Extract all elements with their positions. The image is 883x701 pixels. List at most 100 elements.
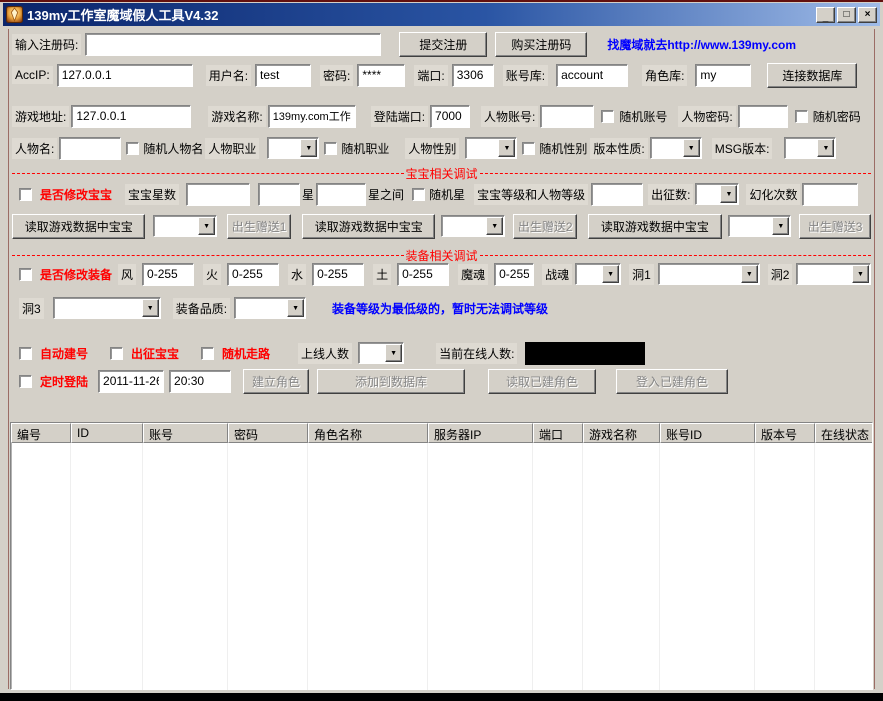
chevron-down-icon[interactable]: ▼ <box>142 299 159 317</box>
warsoul-select[interactable]: ▼ <box>575 263 621 285</box>
random-star-checkbox[interactable] <box>412 188 425 201</box>
read-pet-data-button-2[interactable]: 读取游戏数据中宝宝 <box>302 214 435 239</box>
chevron-down-icon[interactable]: ▼ <box>287 299 304 317</box>
chevron-down-icon[interactable]: ▼ <box>720 185 737 203</box>
random-job-checkbox[interactable] <box>324 142 337 155</box>
hole3-select[interactable]: ▼ <box>53 297 161 319</box>
account-db-input[interactable] <box>556 64 628 87</box>
register-code-input[interactable] <box>85 33 381 56</box>
chevron-down-icon[interactable]: ▼ <box>817 139 834 157</box>
chevron-down-icon[interactable]: ▼ <box>852 265 869 283</box>
pet-star-input-1[interactable] <box>186 183 250 206</box>
modify-equip-checkbox[interactable] <box>19 268 32 281</box>
hole1-select[interactable]: ▼ <box>658 263 760 285</box>
random-name-checkbox[interactable] <box>126 142 139 155</box>
column-header-port[interactable]: 端口 <box>533 423 583 443</box>
column-header-number[interactable]: 编号 <box>11 423 71 443</box>
accip-input[interactable] <box>57 64 193 87</box>
read-pet-data-button-1[interactable]: 读取游戏数据中宝宝 <box>12 214 145 239</box>
chevron-down-icon[interactable]: ▼ <box>683 139 700 157</box>
attr-fire-input[interactable] <box>227 263 279 286</box>
submit-register-button[interactable]: 提交注册 <box>399 32 487 57</box>
column-header-id[interactable]: ID <box>71 423 143 443</box>
gender-select[interactable]: ▼ <box>465 137 517 159</box>
dispatch-count-label: 出征数: <box>648 184 693 205</box>
birth-gift-button-3[interactable]: 出生赠送3 <box>799 214 871 239</box>
chevron-down-icon[interactable]: ▼ <box>602 265 619 283</box>
login-time-input[interactable] <box>169 370 231 393</box>
maximize-button[interactable]: □ <box>837 7 856 23</box>
pet-level-input[interactable] <box>591 183 643 206</box>
chevron-down-icon[interactable]: ▼ <box>385 344 402 362</box>
column-header-role-name[interactable]: 角色名称 <box>308 423 428 443</box>
game-name-input[interactable] <box>268 105 356 128</box>
minimize-button[interactable]: _ <box>816 7 835 23</box>
char-account-input[interactable] <box>540 105 594 128</box>
game-address-input[interactable] <box>71 105 191 128</box>
table-column-track <box>533 443 583 690</box>
random-password-checkbox[interactable] <box>795 110 808 123</box>
char-name-input[interactable] <box>59 137 121 160</box>
chevron-down-icon[interactable]: ▼ <box>498 139 515 157</box>
timed-login-checkbox[interactable] <box>19 375 32 388</box>
birth-gift-button-1[interactable]: 出生赠送1 <box>227 214 291 239</box>
attr-magicsoul-input[interactable] <box>494 263 534 286</box>
db-port-input[interactable] <box>452 64 494 87</box>
db-user-input[interactable] <box>255 64 311 87</box>
random-gender-checkbox[interactable] <box>522 142 535 155</box>
auto-create-checkbox[interactable] <box>19 347 32 360</box>
website-link[interactable]: 找魔域就去http://www.139my.com <box>607 36 796 53</box>
online-count-select[interactable]: ▼ <box>358 342 404 364</box>
transform-count-input[interactable] <box>802 183 858 206</box>
random-walk-checkbox[interactable] <box>201 347 214 360</box>
msg-version-select[interactable]: ▼ <box>784 137 836 159</box>
read-pet-data-button-3[interactable]: 读取游戏数据中宝宝 <box>588 214 721 239</box>
pet-select-1[interactable]: ▼ <box>153 215 217 237</box>
login-created-roles-button[interactable]: 登入已建角色 <box>616 369 728 394</box>
pet-select-3[interactable]: ▼ <box>728 215 792 237</box>
dispatch-count-select[interactable]: ▼ <box>695 183 739 205</box>
role-db-input[interactable] <box>695 64 751 87</box>
column-header-server-ip[interactable]: 服务器IP <box>428 423 533 443</box>
create-role-button[interactable]: 建立角色 <box>243 369 309 394</box>
attr-wind-input[interactable] <box>142 263 194 286</box>
connect-db-button[interactable]: 连接数据库 <box>767 63 857 88</box>
job-select[interactable]: ▼ <box>267 137 319 159</box>
chevron-down-icon[interactable]: ▼ <box>486 217 503 235</box>
chevron-down-icon[interactable]: ▼ <box>741 265 758 283</box>
column-header-game-name[interactable]: 游戏名称 <box>583 423 660 443</box>
login-port-input[interactable] <box>430 105 470 128</box>
equip-quality-select[interactable]: ▼ <box>234 297 306 319</box>
random-account-checkbox[interactable] <box>601 110 614 123</box>
close-button[interactable]: × <box>858 7 877 23</box>
account-table[interactable]: 编号 ID 账号 密码 角色名称 服务器IP 端口 游戏名称 账号ID 版本号 … <box>10 422 873 690</box>
dispatch-pet-checkbox[interactable] <box>110 347 123 360</box>
pet-star-input-2[interactable] <box>258 183 300 206</box>
char-password-input[interactable] <box>738 105 788 128</box>
column-header-online-status[interactable]: 在线状态 <box>815 423 872 443</box>
add-to-db-button[interactable]: 添加到数据库 <box>317 369 465 394</box>
pet-star-input-3[interactable] <box>316 183 366 206</box>
attr-water-input[interactable] <box>312 263 364 286</box>
column-header-account[interactable]: 账号 <box>143 423 228 443</box>
equip-section-divider: 装备相关调试 <box>12 248 871 262</box>
chevron-down-icon[interactable]: ▼ <box>198 217 215 235</box>
column-header-account-id[interactable]: 账号ID <box>660 423 755 443</box>
column-header-version[interactable]: 版本号 <box>755 423 815 443</box>
random-walk-label: 随机走路 <box>222 345 270 362</box>
buy-register-code-button[interactable]: 购买注册码 <box>495 32 587 57</box>
chevron-down-icon[interactable]: ▼ <box>300 139 317 157</box>
attr-earth-input[interactable] <box>397 263 449 286</box>
pet-select-2[interactable]: ▼ <box>441 215 505 237</box>
db-password-input[interactable] <box>357 64 405 87</box>
column-header-password[interactable]: 密码 <box>228 423 308 443</box>
db-port-label: 端口: <box>414 65 447 86</box>
login-date-input[interactable] <box>98 370 164 393</box>
hole2-select[interactable]: ▼ <box>796 263 871 285</box>
chevron-down-icon[interactable]: ▼ <box>772 217 789 235</box>
read-created-roles-button[interactable]: 读取已建角色 <box>488 369 596 394</box>
birth-gift-button-2[interactable]: 出生赠送2 <box>513 214 577 239</box>
title-bar[interactable]: 139my工作室魔域假人工具V4.32 _ □ × <box>3 3 880 26</box>
modify-pet-checkbox[interactable] <box>19 188 32 201</box>
version-type-select[interactable]: ▼ <box>650 137 702 159</box>
